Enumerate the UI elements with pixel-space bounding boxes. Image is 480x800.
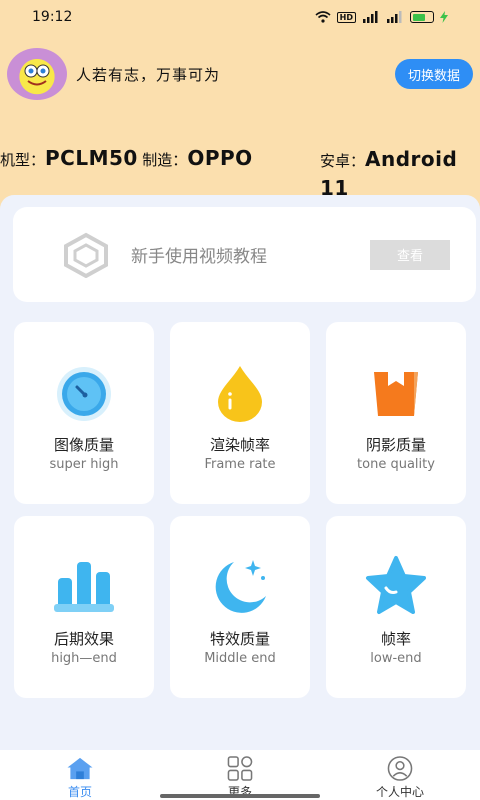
tile-subtitle: super high [49, 457, 119, 472]
tile-frame[interactable]: 帧率 low-end [326, 516, 466, 698]
charging-icon [440, 11, 448, 23]
signal-icon [363, 11, 378, 23]
tab-label: 首页 [67, 785, 92, 799]
home-icon [67, 757, 93, 780]
tab-label: 个人中心 [375, 785, 424, 799]
tile-subtitle: tone quality [357, 457, 435, 472]
hexagon-logo-icon [64, 232, 108, 278]
avatar[interactable] [7, 48, 67, 100]
bottom-tab-bar: 首页 更多 个人中心 [0, 750, 480, 800]
tile-effect-quality[interactable]: 特效质量 Middle end [170, 516, 310, 698]
sponge-face-icon [24, 64, 50, 86]
tile-subtitle: low-end [370, 651, 422, 666]
tile-subtitle: Middle end [204, 651, 276, 666]
switch-data-button[interactable]: 切换数据 [394, 59, 473, 89]
tile-image-quality[interactable]: 图像质量 super high [14, 322, 154, 504]
tile-title: 图像质量 [53, 436, 114, 454]
tile-title: 特效质量 [209, 630, 270, 648]
android-key: 安卓： [320, 152, 366, 170]
model-value: PCLM50 [45, 146, 138, 170]
battery-icon [410, 11, 434, 23]
stopwatch-icon [57, 367, 111, 421]
maker-value: OPPO [187, 146, 253, 170]
star-icon [366, 556, 426, 614]
bar-chart-icon [54, 562, 114, 612]
signal-icon-2 [387, 11, 402, 23]
tile-title: 阴影质量 [365, 436, 426, 454]
tab-more[interactable]: 更多 [160, 750, 320, 800]
tile-title: 后期效果 [53, 630, 114, 648]
tile-post-effects[interactable]: 后期效果 high—end [14, 516, 154, 698]
box-icon [374, 372, 418, 416]
hd-badge: HD [336, 11, 356, 23]
user-icon [387, 756, 413, 781]
feature-grid: 图像质量 super high 渲染帧率 Frame rate 阴影质量 ton… [14, 322, 468, 698]
tile-subtitle: high—end [51, 651, 117, 666]
model-key: 机型： [0, 151, 46, 169]
moon-icon [215, 560, 266, 613]
tile-shadow-quality[interactable]: 阴影质量 tone quality [326, 322, 466, 504]
drop-icon [218, 366, 262, 422]
tile-frame-rate[interactable]: 渲染帧率 Frame rate [170, 322, 310, 504]
status-bar: 19:12 HD [0, 0, 480, 34]
wifi-icon [315, 11, 331, 23]
tab-home[interactable]: 首页 [0, 750, 160, 800]
status-time: 19:12 [32, 9, 73, 25]
grid-icon [227, 756, 253, 781]
tile-title: 渲染帧率 [209, 436, 270, 454]
profile-row: 人若有志，万事可为 切换数据 [7, 48, 473, 100]
tutorial-card[interactable]: 新手使用视频教程 查看 [13, 207, 476, 302]
motto-text: 人若有志，万事可为 [76, 65, 221, 84]
status-icons: HD [315, 11, 448, 23]
maker-key: 制造： [142, 151, 188, 169]
tutorial-text: 新手使用视频教程 [131, 247, 267, 267]
tab-profile[interactable]: 个人中心 [320, 750, 480, 800]
tile-subtitle: Frame rate [204, 457, 276, 472]
view-button[interactable]: 查看 [370, 239, 450, 270]
tile-title: 帧率 [380, 630, 411, 648]
home-indicator [160, 794, 320, 798]
